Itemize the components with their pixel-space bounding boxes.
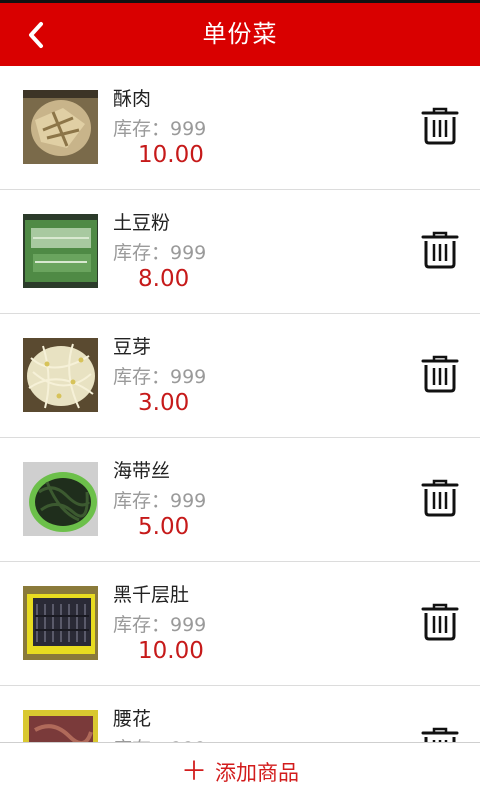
delete-button[interactable] <box>420 354 460 394</box>
dish-name: 土豆粉 <box>113 212 171 234</box>
list-item[interactable]: 黑千层肚 库存：999 10.00 <box>0 562 480 686</box>
delete-button[interactable] <box>420 478 460 518</box>
trash-icon <box>421 231 459 269</box>
dish-price: 10.00 <box>138 142 204 168</box>
dish-thumbnail <box>23 462 98 536</box>
dish-name: 黑千层肚 <box>113 584 190 606</box>
dish-thumbnail <box>23 586 98 660</box>
list-item[interactable]: 酥肉 库存：999 10.00 <box>0 66 480 190</box>
trash-icon <box>421 355 459 393</box>
bottom-action-bar: ＋ 添加商品 <box>0 742 480 800</box>
trash-icon <box>421 727 459 742</box>
dish-stock: 库存：999 <box>113 366 207 388</box>
list-item[interactable]: 腰花 库存：999 <box>0 686 480 742</box>
page-title: 单份菜 <box>202 20 278 48</box>
dish-thumbnail <box>23 214 98 288</box>
dish-name: 海带丝 <box>113 460 171 482</box>
list-item[interactable]: 海带丝 库存：999 5.00 <box>0 438 480 562</box>
delete-button[interactable] <box>420 230 460 270</box>
add-product-label: 添加商品 <box>215 760 299 785</box>
trash-icon <box>421 479 459 517</box>
trash-icon <box>421 107 459 145</box>
trash-icon <box>421 603 459 641</box>
app-header: 单份菜 <box>0 3 480 66</box>
dish-price: 8.00 <box>138 266 190 292</box>
dish-stock: 库存：999 <box>113 490 207 512</box>
delete-button[interactable] <box>420 106 460 146</box>
dish-stock: 库存：999 <box>113 242 207 264</box>
dish-thumbnail <box>23 90 98 164</box>
dish-name: 腰花 <box>113 708 152 730</box>
dish-list: 酥肉 库存：999 10.00 土豆粉 库存：999 8.00 豆芽 库存：99… <box>0 66 480 742</box>
dish-price: 3.00 <box>138 390 190 416</box>
delete-button[interactable] <box>420 602 460 642</box>
dish-thumbnail <box>23 338 98 412</box>
list-item[interactable]: 豆芽 库存：999 3.00 <box>0 314 480 438</box>
add-product-button[interactable]: ＋ 添加商品 <box>181 757 299 787</box>
delete-button[interactable] <box>420 726 460 742</box>
dish-name: 酥肉 <box>113 88 152 110</box>
dish-price: 10.00 <box>138 638 204 664</box>
dish-price: 5.00 <box>138 514 190 540</box>
dish-stock: 库存：999 <box>113 614 207 636</box>
plus-icon: ＋ <box>180 756 207 787</box>
dish-thumbnail <box>23 710 98 742</box>
dish-name: 豆芽 <box>113 336 152 358</box>
dish-stock: 库存：999 <box>113 118 207 140</box>
list-item[interactable]: 土豆粉 库存：999 8.00 <box>0 190 480 314</box>
dish-stock: 库存：999 <box>113 734 206 742</box>
